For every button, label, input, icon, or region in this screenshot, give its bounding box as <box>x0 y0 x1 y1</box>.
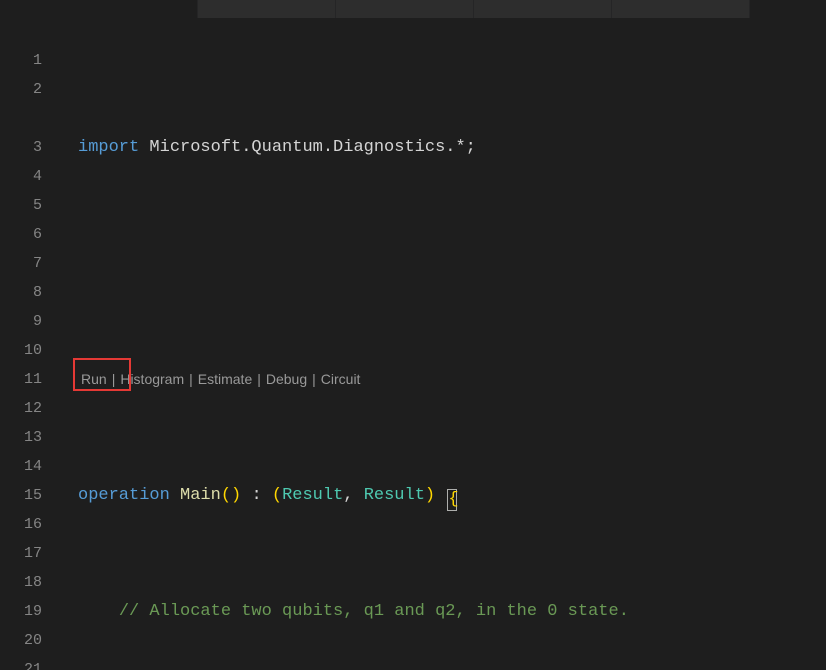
line-number: 10 <box>0 336 60 365</box>
line-number: 1 <box>0 46 60 75</box>
code-line: operation Main() : (Result, Result) { <box>78 481 826 510</box>
codelens-circuit[interactable]: Circuit <box>318 365 364 394</box>
codelens-separator: | <box>255 365 263 394</box>
keyword-operation: operation <box>78 486 170 505</box>
tab-bar <box>0 0 826 18</box>
code-line <box>78 249 826 278</box>
line-number: 18 <box>0 568 60 597</box>
namespace: Microsoft.Quantum.Diagnostics.*; <box>139 138 476 157</box>
codelens-row: Run | Histogram | Estimate | Debug | Cir… <box>78 365 826 394</box>
tab-slot[interactable] <box>474 0 612 18</box>
line-number: 16 <box>0 510 60 539</box>
line-number: 12 <box>0 394 60 423</box>
line-number: 21 <box>0 655 60 670</box>
line-number: 15 <box>0 481 60 510</box>
line-number-gutter: 1 2 3 4 5 6 7 8 9 10 11 12 13 14 15 16 1… <box>0 18 60 670</box>
line-number: 7 <box>0 249 60 278</box>
tab-slot[interactable] <box>612 0 750 18</box>
codelens-debug[interactable]: Debug <box>263 365 310 394</box>
function-main: Main <box>180 486 221 505</box>
paren: ) <box>425 486 435 505</box>
codelens-separator: | <box>187 365 195 394</box>
line-number: 3 <box>0 133 60 162</box>
line-number: 5 <box>0 191 60 220</box>
line-number: 6 <box>0 220 60 249</box>
codelens-run[interactable]: Run <box>78 365 110 394</box>
code-editor[interactable]: 1 2 3 4 5 6 7 8 9 10 11 12 13 14 15 16 1… <box>0 18 826 670</box>
comma: , <box>343 486 363 505</box>
line-number: 13 <box>0 423 60 452</box>
line-number: 8 <box>0 278 60 307</box>
colon: : <box>241 486 272 505</box>
line-number: 2 <box>0 75 60 104</box>
code-line: import Microsoft.Quantum.Diagnostics.*; <box>78 133 826 162</box>
tab-slot[interactable] <box>198 0 336 18</box>
paren: ( <box>272 486 282 505</box>
paren: () <box>221 486 241 505</box>
codelens-separator: | <box>110 365 118 394</box>
line-number: 4 <box>0 162 60 191</box>
keyword-import: import <box>78 138 139 157</box>
line-number: 14 <box>0 452 60 481</box>
type-result: Result <box>364 486 425 505</box>
code-area[interactable]: import Microsoft.Quantum.Diagnostics.*; … <box>60 18 826 670</box>
tab-slot[interactable] <box>336 0 474 18</box>
line-number: 19 <box>0 597 60 626</box>
codelens-histogram[interactable]: Histogram <box>117 365 187 394</box>
type-result: Result <box>282 486 343 505</box>
line-number: 11 <box>0 365 60 394</box>
code-line: // Allocate two qubits, q1 and q2, in th… <box>78 597 826 626</box>
comment: // Allocate two qubits, q1 and q2, in th… <box>119 602 629 621</box>
codelens-separator: | <box>310 365 318 394</box>
line-number: 9 <box>0 307 60 336</box>
line-number: 17 <box>0 539 60 568</box>
line-number: 20 <box>0 626 60 655</box>
cursor: { <box>447 489 457 511</box>
tab-slot[interactable] <box>60 0 198 18</box>
codelens-estimate[interactable]: Estimate <box>195 365 255 394</box>
